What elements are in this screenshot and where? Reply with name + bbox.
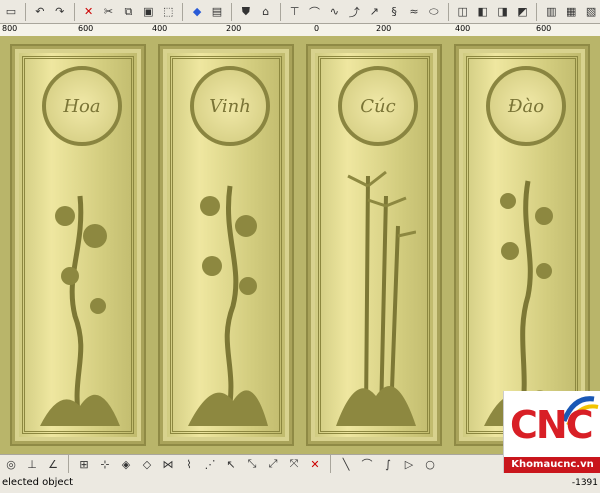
carved-panel-cuc[interactable]: Cúc	[306, 44, 442, 446]
cube-icon[interactable]: ◆	[188, 3, 206, 21]
snap-point-icon[interactable]: ⊹	[96, 455, 114, 473]
medallion-hoa: Hoa	[42, 66, 122, 146]
close-icon[interactable]: ✕	[306, 455, 324, 473]
logo-mark: CNC	[510, 403, 594, 447]
blend-icon[interactable]: ↗	[365, 3, 383, 21]
toolbar-separator	[68, 455, 69, 473]
medallion-vinh: Vinh	[190, 66, 270, 146]
ruler-label: 200	[376, 24, 392, 33]
angle-tool-icon[interactable]: ∠	[44, 455, 62, 473]
toolbar-separator	[279, 2, 281, 21]
trim-icon[interactable]: ◩	[513, 3, 531, 21]
medallion-dao: Đào	[486, 66, 566, 146]
node-edit-icon[interactable]: ◈	[117, 455, 135, 473]
transform-icon[interactable]: ⤢	[264, 455, 282, 473]
tree-carving-icon	[484, 180, 564, 426]
ruler-label: 800	[2, 24, 18, 33]
bezier-tool-icon[interactable]: ⌇	[180, 455, 198, 473]
main-toolbar: ▭ ↶ ↷ ✕ ✂ ⧉ ▣ ⬚ ◆ ▤ ⛊ ⌂ ⊤ ⌒ ∿ ⤴ ↗ § ≈ ⬭ …	[0, 0, 600, 24]
smooth-icon[interactable]: §	[385, 3, 403, 21]
curve-icon[interactable]: ∿	[325, 3, 343, 21]
paste-icon[interactable]: ▣	[139, 3, 157, 21]
line-tool-icon[interactable]: ╲	[337, 455, 355, 473]
tree-carving-icon	[188, 185, 268, 426]
arc-tool-icon[interactable]: ⌒	[358, 455, 376, 473]
shape-icon[interactable]: ▤	[208, 3, 226, 21]
carved-panel-hoa[interactable]: Hoa	[10, 44, 146, 446]
ruler-label: 400	[455, 24, 471, 33]
layout-icon[interactable]: ▥	[542, 3, 560, 21]
group-icon[interactable]: ⬭	[425, 3, 443, 21]
weld-icon[interactable]: ◨	[494, 3, 512, 21]
ruler-label: 600	[536, 24, 552, 33]
toolbar-separator	[182, 2, 184, 21]
tree-carving-icon	[40, 195, 120, 426]
move-icon[interactable]: ⌂	[257, 3, 275, 21]
baseline-tool-icon[interactable]: ⊥	[23, 455, 41, 473]
toolbar-separator	[536, 2, 538, 21]
shield-icon[interactable]: ⛊	[237, 3, 255, 21]
status-text: elected object	[2, 477, 73, 488]
scale-icon[interactable]: ⤧	[285, 455, 303, 473]
toolbar-separator	[330, 455, 331, 473]
circle-tool-icon[interactable]: ◎	[2, 455, 20, 473]
bamboo-carving-icon	[336, 170, 416, 426]
toolbar-separator	[447, 2, 449, 21]
polyline-tool-icon[interactable]: ⋰	[201, 455, 219, 473]
redo-icon[interactable]: ↷	[51, 3, 69, 21]
vector-select-icon[interactable]: ⤡	[243, 455, 261, 473]
node-icon[interactable]: ⊤	[286, 3, 304, 21]
ruler-label: 600	[78, 24, 94, 33]
status-bar: elected object -1391	[0, 473, 600, 493]
grid-icon[interactable]: ▧	[582, 3, 600, 21]
coordinate-readout: -1391	[571, 478, 598, 488]
select-icon[interactable]: ⬚	[159, 3, 177, 21]
pointer-tool-icon[interactable]: ↖	[222, 455, 240, 473]
toolbar-separator	[230, 2, 232, 21]
ruler-label: 200	[226, 24, 242, 33]
ellipse-tool-icon[interactable]: ○	[421, 455, 439, 473]
arc-icon[interactable]: ⌒	[306, 3, 324, 21]
ruler-label: 400	[152, 24, 168, 33]
node-add-icon[interactable]: ◇	[138, 455, 156, 473]
toolbar-separator	[73, 2, 75, 21]
align-icon[interactable]: ≈	[405, 3, 423, 21]
carved-panel-dao[interactable]: Đào	[454, 44, 590, 446]
text-icon[interactable]: ⤴	[345, 3, 363, 21]
ruler-label: 0	[314, 24, 320, 33]
snap-grid-icon[interactable]: ⊞	[75, 455, 93, 473]
cut-icon[interactable]: ✂	[100, 3, 118, 21]
join-icon[interactable]: ◧	[474, 3, 492, 21]
undo-icon[interactable]: ↶	[31, 3, 49, 21]
triangle-tool-icon[interactable]: ▷	[400, 455, 418, 473]
mirror-icon[interactable]: ◫	[454, 3, 472, 21]
spline-tool-icon[interactable]: ∫	[379, 455, 397, 473]
toolbar-separator	[24, 2, 26, 21]
medallion-cuc: Cúc	[338, 66, 418, 146]
layers-icon[interactable]: ▦	[562, 3, 580, 21]
watermark-logo: CNC Khomaucnc.vn	[503, 391, 600, 473]
delete-icon[interactable]: ✕	[80, 3, 98, 21]
new-icon[interactable]: ▭	[2, 3, 20, 21]
node-remove-icon[interactable]: ⋈	[159, 455, 177, 473]
copy-icon[interactable]: ⧉	[119, 3, 137, 21]
carved-panel-vinh[interactable]: Vinh	[158, 44, 294, 446]
logo-brand: Khomaucnc.vn	[504, 457, 600, 473]
